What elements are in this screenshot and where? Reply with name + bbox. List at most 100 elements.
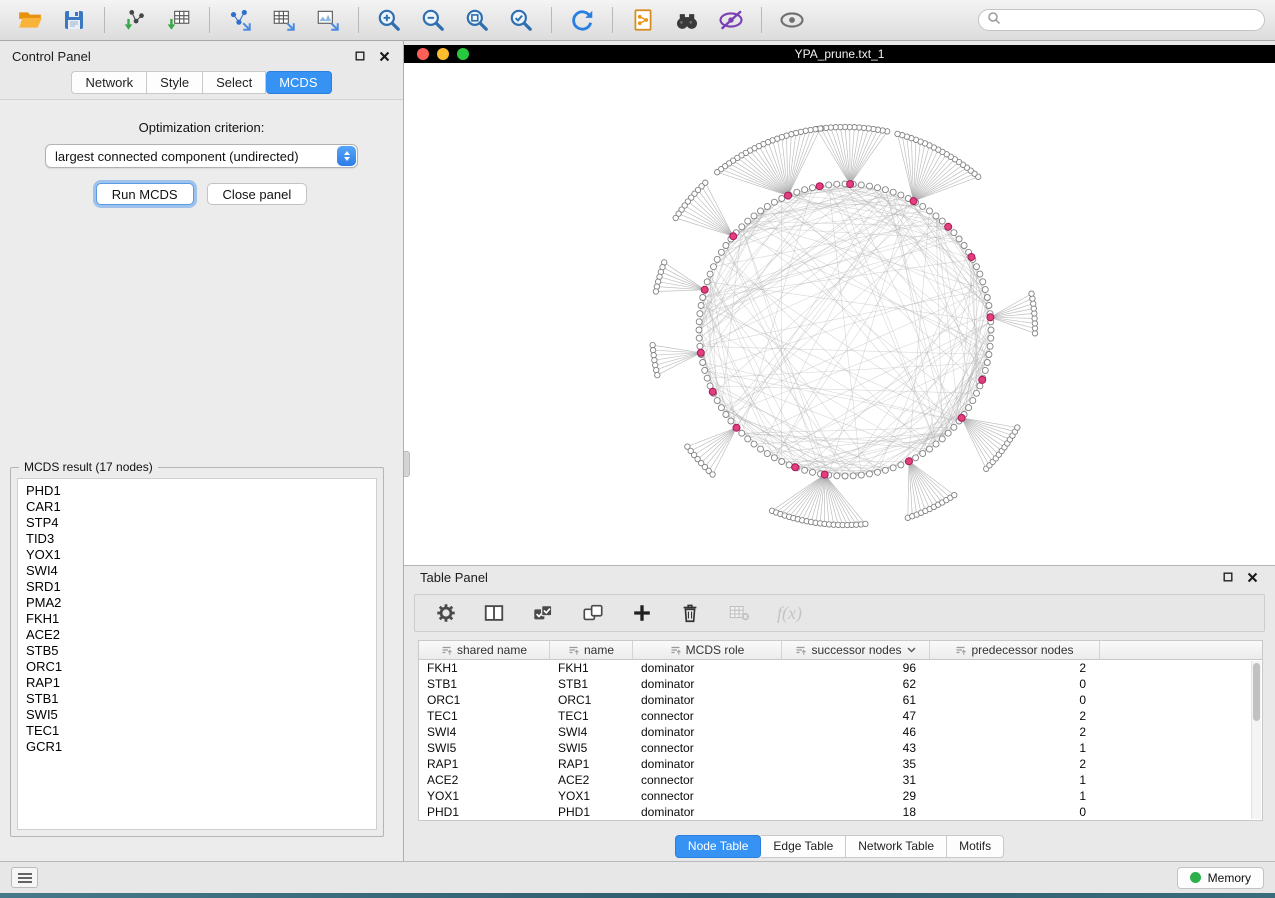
network-graph[interactable] [404, 63, 1274, 565]
zoom-fit-icon[interactable] [457, 4, 497, 36]
export-network-icon[interactable] [220, 4, 260, 36]
float-panel-icon[interactable] [1221, 570, 1235, 584]
tab-node-table[interactable]: Node Table [675, 835, 762, 858]
table-row[interactable]: YOX1YOX1connector291 [419, 788, 1262, 804]
optimization-criterion-select[interactable]: largest connected component (undirected) [45, 144, 358, 168]
mcds-result-item[interactable]: ACE2 [26, 627, 376, 643]
mcds-result-item[interactable]: GCR1 [26, 739, 376, 755]
cell-succ: 43 [782, 741, 930, 755]
save-icon[interactable] [54, 4, 94, 36]
mcds-result-item[interactable]: RAP1 [26, 675, 376, 691]
mcds-result-item[interactable]: TID3 [26, 531, 376, 547]
close-panel-icon[interactable] [1245, 570, 1259, 584]
mcds-result-item[interactable]: ORC1 [26, 659, 376, 675]
pane-divider-handle[interactable] [404, 451, 410, 477]
cell-succ: 31 [782, 773, 930, 787]
eye-icon[interactable] [772, 4, 812, 36]
toolbar-separator [612, 7, 613, 33]
close-window-icon[interactable] [417, 48, 429, 60]
mcds-result-item[interactable]: PMA2 [26, 595, 376, 611]
memory-status-icon [1190, 872, 1201, 883]
search-input[interactable] [1006, 13, 1256, 27]
cell-role: connector [633, 789, 782, 803]
mcds-result-item[interactable]: SRD1 [26, 579, 376, 595]
cell-pred: 0 [930, 805, 1100, 819]
zoom-in-icon[interactable] [369, 4, 409, 36]
table-scrollbar[interactable] [1251, 661, 1261, 819]
deselect-all-columns-icon[interactable] [581, 598, 605, 628]
show-columns-icon[interactable] [483, 598, 505, 628]
search-network-icon[interactable] [667, 4, 707, 36]
table-row[interactable]: TEC1TEC1connector472 [419, 708, 1262, 724]
table-row[interactable]: RAP1RAP1dominator352 [419, 756, 1262, 772]
network-window-titlebar[interactable]: YPA_prune.txt_1 [404, 45, 1275, 63]
mcds-result-item[interactable]: SWI5 [26, 707, 376, 723]
share-document-icon[interactable] [623, 4, 663, 36]
float-panel-icon[interactable] [353, 49, 367, 63]
delete-column-icon[interactable] [679, 598, 701, 628]
add-column-icon[interactable] [631, 598, 653, 628]
hide-analyzer-icon[interactable] [711, 4, 751, 36]
close-panel-button[interactable]: Close panel [207, 183, 308, 205]
table-row[interactable]: ACE2ACE2connector311 [419, 772, 1262, 788]
network-canvas[interactable] [404, 63, 1275, 565]
zoom-out-icon[interactable] [413, 4, 453, 36]
column-header-predecessor-nodes[interactable]: predecessor nodes [930, 641, 1100, 659]
column-header-name[interactable]: name [550, 641, 633, 659]
tab-edge-table[interactable]: Edge Table [761, 835, 846, 858]
mcds-result-item[interactable]: STB1 [26, 691, 376, 707]
toolbar-separator [104, 7, 105, 33]
mcds-result-item[interactable]: TEC1 [26, 723, 376, 739]
mcds-result-item[interactable]: FKH1 [26, 611, 376, 627]
mcds-result-item[interactable]: SWI4 [26, 563, 376, 579]
control-panel-header: Control Panel [0, 41, 403, 71]
cell-pred: 0 [930, 693, 1100, 707]
column-header-shared-name[interactable]: shared name [419, 641, 550, 659]
refresh-icon[interactable] [562, 4, 602, 36]
status-menu-icon[interactable] [11, 867, 38, 888]
cell-shared_name: SWI4 [419, 725, 550, 739]
column-header-successor-nodes[interactable]: successor nodes [782, 641, 930, 659]
table-row[interactable]: SWI4SWI4dominator462 [419, 724, 1262, 740]
tab-network-table[interactable]: Network Table [846, 835, 947, 858]
tab-motifs[interactable]: Motifs [947, 835, 1004, 858]
select-all-columns-icon[interactable] [531, 598, 555, 628]
mcds-result-item[interactable]: PHD1 [26, 483, 376, 499]
minimize-window-icon[interactable] [437, 48, 449, 60]
table-scrollbar-thumb[interactable] [1253, 663, 1260, 721]
cell-shared_name: RAP1 [419, 757, 550, 771]
tab-network[interactable]: Network [71, 71, 147, 94]
table-row[interactable]: PHD1PHD1dominator180 [419, 804, 1262, 820]
run-mcds-button[interactable]: Run MCDS [96, 183, 194, 205]
import-table-icon[interactable] [159, 4, 199, 36]
export-table-icon[interactable] [264, 4, 304, 36]
table-row[interactable]: ORC1ORC1dominator610 [419, 692, 1262, 708]
maximize-window-icon[interactable] [457, 48, 469, 60]
open-folder-icon[interactable] [10, 4, 50, 36]
table-row[interactable]: SWI5SWI5connector431 [419, 740, 1262, 756]
import-network-icon[interactable] [115, 4, 155, 36]
tab-style[interactable]: Style [147, 71, 203, 94]
close-panel-icon[interactable] [377, 49, 391, 63]
network-window-title: YPA_prune.txt_1 [795, 47, 885, 61]
memory-button[interactable]: Memory [1177, 867, 1264, 889]
table-row[interactable]: FKH1FKH1dominator962 [419, 660, 1262, 676]
table-row[interactable]: STB1STB1dominator620 [419, 676, 1262, 692]
mcds-result-list[interactable]: PHD1CAR1STP4TID3YOX1SWI4SRD1PMA2FKH1ACE2… [17, 478, 377, 830]
column-header-MCDS-role[interactable]: MCDS role [633, 641, 782, 659]
zoom-selected-icon[interactable] [501, 4, 541, 36]
mcds-result-item[interactable]: STB5 [26, 643, 376, 659]
mcds-result-item[interactable]: STP4 [26, 515, 376, 531]
tab-mcds[interactable]: MCDS [266, 71, 331, 94]
table-panel: Table Panel [404, 565, 1275, 861]
cell-shared_name: SWI5 [419, 741, 550, 755]
cell-pred: 2 [930, 757, 1100, 771]
cell-pred: 1 [930, 789, 1100, 803]
mcds-result-item[interactable]: YOX1 [26, 547, 376, 563]
cell-succ: 47 [782, 709, 930, 723]
global-search-field[interactable] [978, 9, 1265, 31]
export-image-icon[interactable] [308, 4, 348, 36]
tab-select[interactable]: Select [203, 71, 266, 94]
table-settings-gear-icon[interactable] [435, 598, 457, 628]
mcds-result-item[interactable]: CAR1 [26, 499, 376, 515]
